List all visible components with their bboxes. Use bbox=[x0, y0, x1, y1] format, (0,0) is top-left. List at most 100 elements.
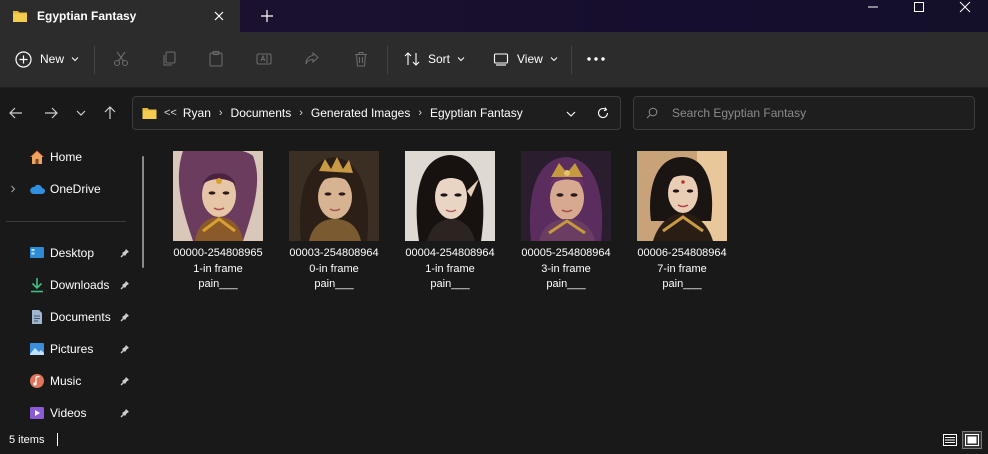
new-tab-icon[interactable] bbox=[259, 8, 275, 24]
new-button[interactable]: New bbox=[15, 48, 80, 70]
image-thumbnail bbox=[173, 151, 263, 241]
copy-icon bbox=[163, 51, 176, 66]
scissors-icon bbox=[113, 51, 129, 67]
sidebar-item-music[interactable]: Music bbox=[0, 367, 140, 395]
details-view-icon bbox=[943, 434, 957, 446]
sidebar-item-label: Music bbox=[50, 374, 82, 388]
breadcrumb-documents[interactable]: Documents bbox=[231, 106, 292, 120]
music-icon bbox=[30, 374, 44, 388]
breadcrumb-separator[interactable]: › bbox=[299, 107, 303, 119]
sidebar-item-label: Pictures bbox=[50, 342, 94, 356]
home-icon bbox=[30, 150, 44, 164]
delete-button[interactable] bbox=[352, 48, 370, 70]
copy-button[interactable] bbox=[160, 48, 178, 70]
sidebar-item-pictures[interactable]: Pictures bbox=[0, 335, 140, 363]
cut-button[interactable] bbox=[112, 48, 130, 70]
sidebar-item-label: Documents bbox=[50, 310, 111, 324]
recent-locations-chevron-icon[interactable] bbox=[73, 105, 89, 121]
file-list: 00000-254808965 1-in frame pain___ 00003… bbox=[154, 140, 988, 426]
file-item[interactable]: 00000-254808965 1-in frame pain___ bbox=[154, 150, 263, 300]
download-icon bbox=[31, 278, 43, 293]
sort-button[interactable]: Sort bbox=[403, 48, 466, 70]
divider bbox=[387, 46, 388, 74]
divider bbox=[94, 46, 95, 74]
more-options-button[interactable] bbox=[586, 48, 606, 70]
file-name-line: 00006-254808964 bbox=[637, 247, 727, 259]
share-button[interactable] bbox=[303, 48, 321, 70]
file-name-line: 00004-254808964 bbox=[405, 247, 495, 259]
file-name: 00000-254808965 1-in frame pain___ bbox=[154, 246, 282, 293]
breadcrumb-generated-images[interactable]: Generated Images bbox=[311, 106, 410, 120]
search-box[interactable]: Search Egyptian Fantasy bbox=[633, 96, 975, 130]
folder-icon bbox=[142, 108, 157, 119]
sidebar-item-documents[interactable]: Documents bbox=[0, 303, 140, 331]
sidebar-scrollbar[interactable] bbox=[142, 156, 144, 268]
up-arrow-icon[interactable] bbox=[102, 105, 118, 121]
file-name: 00005-254808964 3-in frame pain___ bbox=[502, 246, 630, 293]
file-item[interactable]: 00006-254808964 7-in frame pain___ bbox=[618, 150, 727, 300]
image-thumbnail bbox=[637, 151, 727, 241]
status-bar: 5 items bbox=[0, 426, 988, 454]
sidebar-item-label: Downloads bbox=[50, 278, 110, 292]
address-bar[interactable]: << Ryan › Documents › Generated Images ›… bbox=[132, 96, 621, 130]
paste-button[interactable] bbox=[207, 48, 225, 70]
file-item[interactable]: 00005-254808964 3-in frame pain___ bbox=[502, 150, 611, 300]
search-placeholder[interactable]: Search Egyptian Fantasy bbox=[672, 106, 806, 120]
details-view-button[interactable] bbox=[940, 431, 960, 449]
file-name-line: 7-in frame bbox=[657, 262, 707, 275]
minimize-button[interactable] bbox=[850, 0, 896, 14]
chevron-down-icon bbox=[457, 57, 465, 62]
breadcrumb-ryan[interactable]: Ryan bbox=[183, 106, 211, 120]
sidebar-item-onedrive[interactable]: OneDrive bbox=[0, 175, 140, 203]
view-label: View bbox=[517, 52, 543, 66]
maximize-button[interactable] bbox=[896, 0, 942, 14]
file-name-line: 1-in frame bbox=[193, 262, 243, 275]
minimize-icon bbox=[868, 6, 878, 8]
sidebar-item-videos[interactable]: Videos bbox=[0, 399, 140, 427]
image-thumbnail bbox=[405, 151, 495, 241]
command-bar: New Sort View bbox=[0, 32, 988, 88]
item-count: 5 items bbox=[9, 434, 45, 446]
file-name-line: pain___ bbox=[546, 278, 586, 290]
file-item[interactable]: 00003-254808964 0-in frame pain___ bbox=[270, 150, 379, 300]
chevron-right-icon[interactable] bbox=[9, 185, 17, 193]
file-name: 00006-254808964 7-in frame pain___ bbox=[618, 246, 746, 293]
close-window-button[interactable] bbox=[942, 0, 988, 14]
rename-button[interactable] bbox=[255, 48, 273, 70]
pin-icon[interactable] bbox=[120, 376, 130, 386]
forward-arrow-icon[interactable] bbox=[43, 105, 59, 121]
share-icon bbox=[305, 51, 319, 65]
breadcrumb-separator[interactable]: › bbox=[219, 107, 223, 119]
file-item[interactable]: 00004-254808964 1-in frame pain___ bbox=[386, 150, 495, 300]
large-icons-view-button[interactable] bbox=[962, 431, 982, 449]
view-button[interactable]: View bbox=[493, 48, 559, 70]
pin-icon[interactable] bbox=[120, 344, 130, 354]
pin-icon[interactable] bbox=[120, 248, 130, 258]
pictures-icon bbox=[30, 343, 44, 355]
overflow-crumb[interactable]: << bbox=[164, 107, 177, 119]
chevron-down-icon bbox=[550, 57, 558, 62]
file-name-line: pain___ bbox=[314, 278, 354, 290]
refresh-icon[interactable] bbox=[596, 106, 610, 120]
more-icon bbox=[587, 57, 605, 61]
pin-icon[interactable] bbox=[120, 312, 130, 322]
breadcrumb-separator[interactable]: › bbox=[418, 107, 422, 119]
trash-icon bbox=[355, 51, 367, 67]
sidebar-item-downloads[interactable]: Downloads bbox=[0, 271, 140, 299]
chevron-down-icon[interactable] bbox=[565, 109, 577, 119]
sort-icon bbox=[404, 52, 420, 66]
sort-label: Sort bbox=[428, 52, 451, 66]
back-arrow-icon[interactable] bbox=[8, 105, 24, 121]
cloud-icon bbox=[30, 184, 45, 194]
breadcrumb-egyptian-fantasy[interactable]: Egyptian Fantasy bbox=[430, 106, 523, 120]
pin-icon[interactable] bbox=[120, 280, 130, 290]
sidebar-item-home[interactable]: Home bbox=[0, 143, 140, 171]
pin-icon[interactable] bbox=[120, 408, 130, 418]
divider bbox=[571, 46, 572, 74]
maximize-icon bbox=[914, 2, 924, 12]
file-name-line: pain___ bbox=[662, 278, 702, 290]
sidebar-item-desktop[interactable]: Desktop bbox=[0, 239, 140, 267]
tab-egyptian-fantasy[interactable]: Egyptian Fantasy bbox=[0, 0, 240, 32]
file-name-line: 0-in frame bbox=[309, 262, 359, 275]
close-tab-icon[interactable] bbox=[212, 9, 226, 23]
